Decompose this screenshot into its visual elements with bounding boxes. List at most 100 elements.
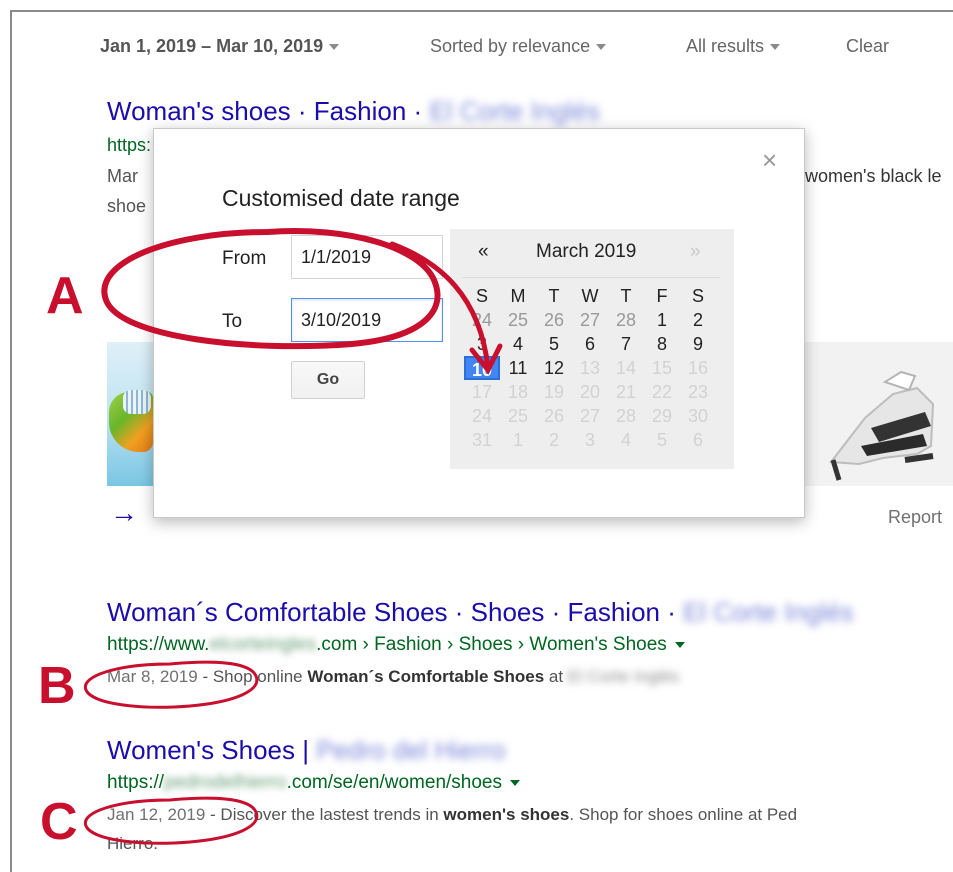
calendar-weekday: S (691, 286, 704, 306)
prev-month-icon[interactable]: « (478, 241, 489, 263)
to-date-input[interactable] (291, 298, 443, 342)
product-image-heel[interactable] (805, 342, 953, 486)
from-date-input[interactable] (291, 235, 443, 279)
calendar-day[interactable]: 2 (536, 428, 572, 452)
calendar-day[interactable]: 17 (464, 380, 500, 404)
calendar-grid: S M T W T F S 24 25 26 27 28 1 2 3 4 5 6 7 8 9 10 11 12 13 14 15 16… (464, 284, 726, 452)
calendar-day[interactable]: 26 (536, 404, 572, 428)
calendar-weekday: M (510, 286, 526, 306)
calendar-day[interactable]: 6 (680, 428, 716, 452)
sort-label: Sorted by relevance (430, 36, 591, 56)
result-1-url[interactable]: https: (107, 135, 151, 156)
calendar-day[interactable]: 4 (608, 428, 644, 452)
calendar-day[interactable]: 7 (608, 332, 644, 356)
result-3-title-blurred: Pedro del Hierro (316, 735, 506, 765)
calendar-day[interactable]: 12 (536, 356, 572, 380)
calendar-day[interactable]: 9 (680, 332, 716, 356)
result-3-url[interactable]: https://pedrodelhierro.com/se/en/women/s… (107, 772, 521, 794)
calendar-day[interactable]: 8 (644, 332, 680, 356)
calendar-day[interactable]: 14 (608, 356, 644, 380)
calendar-week-row: 24 25 26 27 28 1 2 (464, 308, 726, 332)
custom-date-range-dialog: × Customised date range From To Go « Mar… (153, 128, 805, 518)
calendar-day[interactable]: 1 (644, 308, 680, 332)
close-icon[interactable]: × (762, 147, 777, 173)
calendar-day[interactable]: 5 (536, 332, 572, 356)
sort-dropdown[interactable]: Sorted by relevance (430, 36, 607, 57)
calendar-day[interactable]: 1 (500, 428, 536, 452)
calendar-day[interactable]: 26 (536, 308, 572, 332)
calendar-day[interactable]: 25 (500, 404, 536, 428)
result-3-title-link[interactable]: Women's Shoes | Pedro del Hierro (107, 735, 506, 766)
calendar-day[interactable]: 27 (572, 404, 608, 428)
caret-down-icon (770, 44, 781, 51)
url-caret-down-icon[interactable] (674, 641, 685, 648)
calendar-weekday: T (548, 286, 560, 306)
next-month-icon[interactable]: » (690, 241, 701, 263)
result-1-title: Woman's shoes · Fashion · (107, 96, 430, 126)
calendar-weekday: F (656, 286, 668, 306)
more-images-arrow-icon[interactable]: → (110, 499, 138, 527)
results-filter-label: All results (686, 36, 765, 56)
go-button[interactable]: Go (291, 361, 365, 399)
calendar-day[interactable]: 22 (644, 380, 680, 404)
caret-down-icon (596, 44, 607, 51)
calendar-day[interactable]: 28 (608, 308, 644, 332)
calendar-day[interactable]: 15 (644, 356, 680, 380)
calendar-day[interactable]: 19 (536, 380, 572, 404)
result-2-title-link[interactable]: Woman´s Comfortable Shoes · Shoes · Fash… (107, 597, 854, 628)
calendar-day[interactable]: 3 (572, 428, 608, 452)
calendar-day[interactable]: 2 (680, 308, 716, 332)
result-2-url[interactable]: https://www.elcorteingles.com › Fashion … (107, 634, 685, 656)
calendar-week-row: 10 11 12 13 14 15 16 (464, 356, 726, 380)
to-label: To (222, 311, 243, 332)
annotation-label-c: C (40, 793, 78, 851)
result-3-url-blurred: pedrodelhierro (164, 772, 287, 793)
date-range-dropdown[interactable]: Jan 1, 2019 – Mar 10, 2019 (100, 36, 340, 57)
calendar-day[interactable]: 29 (644, 404, 680, 428)
calendar-day[interactable]: 13 (572, 356, 608, 380)
calendar-day[interactable]: 4 (500, 332, 536, 356)
calendar-day[interactable]: 30 (680, 404, 716, 428)
result-2-date: Mar 8, 2019 (107, 667, 198, 686)
calendar-day[interactable]: 23 (680, 380, 716, 404)
date-range-label: Jan 1, 2019 – Mar 10, 2019 (100, 36, 324, 56)
calendar-day[interactable]: 28 (608, 404, 644, 428)
result-3-url-suffix: .com/se/en/women/shoes (286, 772, 503, 793)
result-1-title-link[interactable]: Woman's shoes · Fashion · El Corte Inglé… (107, 96, 600, 127)
clear-button[interactable]: Clear (846, 36, 889, 57)
sneaker-laces-shape (123, 390, 151, 414)
calendar-day[interactable]: 16 (680, 356, 716, 380)
calendar-day[interactable]: 3 (464, 332, 500, 356)
calendar-day[interactable]: 10 (464, 356, 500, 380)
calendar-header: « March 2019 » (450, 241, 734, 267)
annotation-label-b: B (38, 657, 76, 715)
calendar-day[interactable]: 18 (500, 380, 536, 404)
result-1-snippet-line2: shoe (107, 196, 147, 216)
calendar-day[interactable]: 31 (464, 428, 500, 452)
caret-down-icon (329, 44, 340, 51)
calendar-day[interactable]: 21 (608, 380, 644, 404)
result-3-snippet-prefix: - Discover the lastest trends in (205, 805, 444, 824)
calendar-day[interactable]: 24 (464, 308, 500, 332)
calendar-day[interactable]: 20 (572, 380, 608, 404)
calendar-weekday-row: SMTWTFS (464, 284, 726, 308)
calendar-day[interactable]: 5 (644, 428, 680, 452)
result-1-title-blurred: El Corte Inglés (429, 96, 600, 126)
report-images-link[interactable]: Report (888, 507, 942, 528)
result-2-snippet-bold: Woman´s Comfortable (307, 667, 494, 686)
calendar-weekday: W (581, 286, 599, 306)
result-1-snippet-line1: Mar (107, 166, 138, 186)
calendar-day[interactable]: 24 (464, 404, 500, 428)
calendar-day[interactable]: 11 (500, 356, 536, 380)
calendar-week-row: 17 18 19 20 21 22 23 (464, 380, 726, 404)
calendar-week-row: 31 1 2 3 4 5 6 (464, 428, 726, 452)
from-label: From (222, 248, 267, 269)
calendar-day[interactable]: 27 (572, 308, 608, 332)
calendar-divider (462, 277, 720, 278)
url-caret-down-icon[interactable] (510, 779, 521, 786)
results-filter-dropdown[interactable]: All results (686, 36, 781, 57)
calendar-day[interactable]: 25 (500, 308, 536, 332)
product-image-sneaker[interactable] (107, 342, 155, 486)
result-3-title: Women's Shoes | (107, 735, 317, 765)
calendar-day[interactable]: 6 (572, 332, 608, 356)
